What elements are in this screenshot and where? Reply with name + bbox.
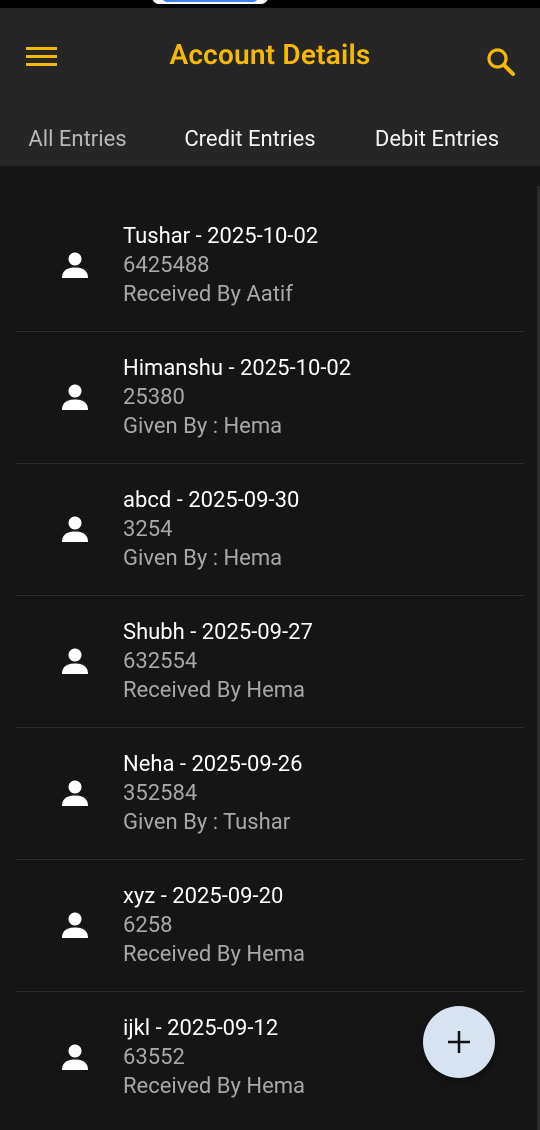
entry-amount: 632554 bbox=[123, 649, 198, 674]
entry-note: Given By : Tushar bbox=[123, 810, 291, 835]
tab-debit-entries[interactable]: Debit Entries bbox=[356, 106, 518, 172]
entry-title: Tushar - 2025-10-02 bbox=[123, 224, 319, 249]
entry-amount: 6425488 bbox=[123, 253, 210, 278]
entry-amount: 25380 bbox=[123, 385, 185, 410]
person-icon bbox=[62, 384, 88, 410]
entry-title: Himanshu - 2025-10-02 bbox=[123, 356, 352, 381]
entry-note: Received By Hema bbox=[123, 942, 305, 967]
entry-note: Given By : Hema bbox=[123, 414, 283, 439]
tab-credit-entries[interactable]: Credit Entries bbox=[165, 106, 335, 172]
list-item[interactable]: xyz - 2025-09-20 6258 Received By Hema bbox=[0, 860, 524, 992]
entry-note: Received By Hema bbox=[123, 678, 305, 703]
entry-amount: 63552 bbox=[123, 1045, 185, 1070]
plus-icon bbox=[448, 1031, 470, 1053]
entry-title: Shubh - 2025-09-27 bbox=[123, 620, 313, 645]
person-icon bbox=[62, 1044, 88, 1070]
person-icon bbox=[62, 252, 88, 278]
person-icon bbox=[62, 516, 88, 542]
list-item[interactable]: Himanshu - 2025-10-02 25380 Given By : H… bbox=[0, 332, 524, 464]
entry-title: ijkl - 2025-09-12 bbox=[123, 1016, 279, 1041]
person-icon bbox=[62, 912, 88, 938]
person-icon bbox=[62, 648, 88, 674]
entry-title: xyz - 2025-09-20 bbox=[123, 884, 284, 909]
entry-title: abcd - 2025-09-30 bbox=[123, 488, 300, 513]
person-icon bbox=[62, 780, 88, 806]
status-pill-outline bbox=[162, 0, 258, 2]
tab-all-entries[interactable]: All Entries bbox=[0, 106, 155, 172]
search-icon[interactable] bbox=[482, 44, 520, 80]
entry-note: Received By Hema bbox=[123, 1074, 305, 1099]
entry-title: Neha - 2025-09-26 bbox=[123, 752, 303, 777]
list-item[interactable]: Neha - 2025-09-26 352584 Given By : Tush… bbox=[0, 728, 524, 860]
status-bar bbox=[0, 0, 540, 8]
page-title: Account Details bbox=[169, 38, 371, 71]
entry-amount: 6258 bbox=[123, 913, 173, 938]
tab-bar: All Entries Credit Entries Debit Entries bbox=[0, 106, 540, 174]
add-entry-button[interactable] bbox=[423, 1006, 495, 1078]
app-bar: Account Details All Entries Credit Entri… bbox=[0, 8, 540, 174]
list-item[interactable]: abcd - 2025-09-30 3254 Given By : Hema bbox=[0, 464, 524, 596]
entry-amount: 3254 bbox=[123, 517, 173, 542]
entry-note: Given By : Hema bbox=[123, 546, 283, 571]
entry-amount: 352584 bbox=[123, 781, 198, 806]
list-item[interactable]: Shubh - 2025-09-27 632554 Received By He… bbox=[0, 596, 524, 728]
entries-list[interactable]: Tushar - 2025-10-02 6425488 Received By … bbox=[0, 166, 540, 1130]
entry-note: Received By Aatif bbox=[123, 282, 293, 307]
list-item[interactable]: Tushar - 2025-10-02 6425488 Received By … bbox=[0, 200, 524, 332]
